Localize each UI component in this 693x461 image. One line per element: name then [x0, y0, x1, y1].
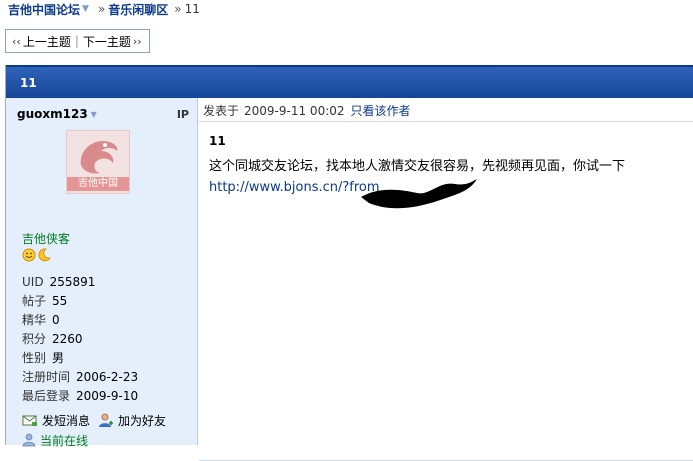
author-sidebar: guoxm123 ▼ IP 吉他中国 吉他侠客 UID 255891 帖子 55…	[6, 98, 198, 448]
stat-row: 性别 男	[22, 349, 138, 368]
stat-value: 2009-9-10	[76, 389, 139, 403]
stat-key: 性别	[22, 351, 47, 365]
post-header: 11	[6, 65, 693, 98]
stat-value: 255891	[49, 275, 96, 289]
ip-label: IP	[176, 107, 189, 121]
add-user-icon	[98, 413, 114, 428]
add-friend-button[interactable]: 加为好友	[98, 412, 166, 429]
avatar-logo-text: 吉他中国	[67, 177, 129, 191]
breadcrumb-forum-link[interactable]: 吉他中国论坛	[8, 1, 80, 18]
envelope-icon	[22, 414, 38, 427]
only-author-link[interactable]: 只看该作者	[351, 102, 411, 119]
author-stats: UID 255891 帖子 55 精华 0 积分 2260 性别 男 注册时间 …	[22, 273, 138, 406]
redaction-scribble	[361, 179, 477, 209]
stat-value: 男	[52, 351, 65, 365]
author-actions: 发短消息 加为好友 当前在线	[22, 410, 174, 450]
next-thread-link[interactable]: 下一主题	[83, 33, 131, 50]
stat-row: UID 255891	[22, 273, 138, 292]
send-message-button[interactable]: 发短消息	[22, 412, 90, 429]
prev-thread-link[interactable]: 上一主题	[23, 33, 71, 50]
online-status: 当前在线	[22, 432, 88, 449]
guitar-logo-icon	[80, 141, 118, 174]
post-header-title: 11	[20, 75, 37, 90]
stat-key: 积分	[22, 332, 47, 346]
add-friend-label: 加为好友	[118, 413, 167, 428]
post-body-text: 这个同城交友论坛，找本地人激情交友很容易，先视频再见面，你试一下	[209, 159, 626, 174]
send-message-label: 发短消息	[42, 413, 91, 428]
stat-key: 帖子	[22, 294, 47, 308]
thread-navigation: ‹‹ 上一主题 | 下一主题 ››	[5, 29, 150, 53]
breadcrumb-current: 11	[184, 2, 200, 16]
avatar: 吉他中国	[66, 130, 130, 194]
post-timestamp: 2009-9-11 00:02	[244, 103, 345, 118]
post-content: 发表于 2009-9-11 00:02 只看该作者 11 这个同城交友论坛，找本…	[199, 98, 693, 461]
user-rank-title: 吉他侠客	[22, 232, 71, 246]
author-name-link[interactable]: guoxm123	[17, 107, 88, 121]
stat-row: 积分 2260	[22, 330, 138, 349]
post-meta: 发表于 2009-9-11 00:02 只看该作者	[199, 100, 693, 122]
stat-value: 2006-2-23	[76, 370, 139, 384]
stat-row: 最后登录 2009-9-10	[22, 387, 138, 406]
stat-key: 注册时间	[22, 370, 71, 384]
chevron-down-icon[interactable]: ▼	[82, 4, 89, 14]
moon-icon	[38, 248, 51, 262]
post-link[interactable]: http://www.bjons.cn/?from	[209, 180, 380, 195]
stat-key: 精华	[22, 313, 47, 327]
stat-key: 最后登录	[22, 389, 71, 403]
breadcrumb-section-link[interactable]: 音乐闲聊区	[108, 1, 168, 18]
post-meta-label: 发表于	[203, 104, 240, 118]
stat-row: 精华 0	[22, 311, 138, 330]
breadcrumb: 吉他中国论坛 ▼ » 音乐闲聊区 » 11	[8, 1, 200, 17]
breadcrumb-separator: »	[97, 2, 106, 16]
online-status-label: 当前在线	[40, 433, 89, 448]
stat-key: UID	[22, 275, 44, 289]
stat-value: 2260	[52, 332, 83, 346]
post-title: 11	[209, 134, 226, 148]
stat-row: 注册时间 2006-2-23	[22, 368, 138, 387]
nav-divider: |	[74, 34, 79, 48]
rank-icons	[22, 248, 51, 262]
breadcrumb-separator: »	[174, 2, 182, 16]
next-arrow-icon: ››	[132, 34, 142, 48]
stat-row: 帖子 55	[22, 292, 138, 311]
prev-arrow-icon: ‹‹	[12, 34, 21, 48]
action-row: 发短消息 加为好友	[22, 410, 174, 430]
author-row: guoxm123 ▼ IP	[6, 103, 197, 125]
action-row: 当前在线	[22, 430, 174, 450]
smiley-icon	[22, 248, 36, 262]
stat-value: 55	[52, 294, 68, 308]
post-table: 11 guoxm123 ▼ IP 吉他中国 吉他侠客 UID 255891 帖子…	[5, 65, 693, 461]
stat-value: 0	[52, 313, 60, 327]
chevron-down-icon[interactable]: ▼	[91, 110, 97, 119]
